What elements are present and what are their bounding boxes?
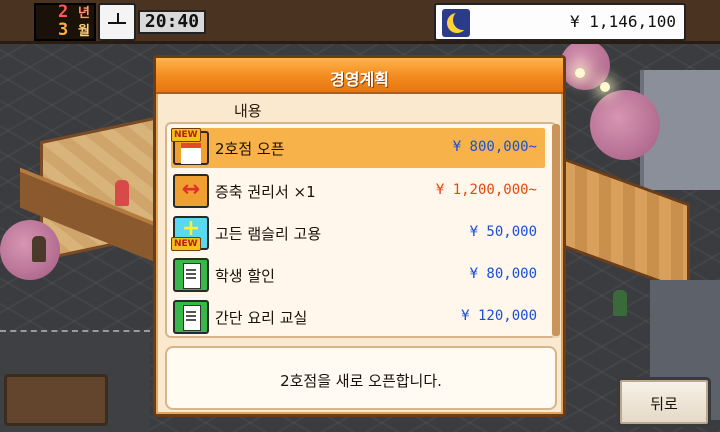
time-display: 20:40 xyxy=(138,10,206,34)
item-price: ¥ 800,000~ xyxy=(452,139,537,155)
item-price: ¥ 50,000 xyxy=(469,224,537,240)
customer-sprite xyxy=(613,290,627,316)
list-item-expansion-deed[interactable]: 증축 권리서 ×1 ¥ 1,200,000~ xyxy=(171,171,545,211)
street-lamp xyxy=(575,68,585,78)
back-button[interactable]: 뒤로 xyxy=(617,377,711,427)
expand-icon xyxy=(173,174,209,208)
scrollbar-thumb[interactable] xyxy=(552,124,560,336)
description-text: 2호점을 새로 오픈합니다. xyxy=(280,372,442,390)
new-badge: NEW xyxy=(171,237,201,251)
money-amount: ¥ 1,146,100 xyxy=(570,12,676,31)
item-name: 학생 할인 xyxy=(215,267,275,285)
item-name: 증축 권리서 ×1 xyxy=(215,183,316,201)
new-badge: NEW xyxy=(171,128,201,142)
dialog-title: 경영계획 xyxy=(330,70,389,89)
back-button-label: 뒤로 xyxy=(650,395,678,413)
street-lamp xyxy=(600,82,610,92)
item-price: ¥ 80,000 xyxy=(469,266,537,282)
cherry-tree xyxy=(0,220,60,280)
scrollbar[interactable] xyxy=(552,124,560,338)
top-hud: 2 년 3 월 20:40 ¥ 1,146,100 xyxy=(0,0,720,44)
customer-sprite xyxy=(115,180,129,206)
document-icon xyxy=(173,300,209,334)
month-unit: 월 xyxy=(78,24,90,39)
item-name: 고든 램슬리 고용 xyxy=(215,225,322,243)
dialog-header: 경영계획 xyxy=(156,58,563,94)
column-header: 내용 xyxy=(234,102,262,120)
item-price: ¥ 120,000 xyxy=(461,308,537,324)
year-number: 2 xyxy=(58,2,69,22)
customer-sprite xyxy=(32,236,46,262)
document-icon xyxy=(173,258,209,292)
item-name: 2호점 오픈 xyxy=(215,140,285,158)
item-price: ¥ 1,200,000~ xyxy=(435,182,537,198)
description-panel: 2호점을 새로 오픈합니다. xyxy=(165,346,557,410)
menu-panel[interactable] xyxy=(4,374,108,426)
money-display: ¥ 1,146,100 xyxy=(434,3,686,41)
clock-icon xyxy=(98,3,136,41)
month-number: 3 xyxy=(58,20,69,40)
management-plan-dialog: 경영계획 내용 NEW 2호점 오픈 ¥ 800,000~ 증축 권리서 ×1 … xyxy=(153,55,566,417)
cherry-tree xyxy=(590,90,660,160)
list-item-cooking-class[interactable]: 간단 요리 교실 ¥ 120,000 xyxy=(171,297,545,336)
item-name: 간단 요리 교실 xyxy=(215,309,308,327)
list-item-open-second-store[interactable]: NEW 2호점 오픈 ¥ 800,000~ xyxy=(171,128,545,168)
plan-list[interactable]: NEW 2호점 오픈 ¥ 800,000~ 증축 권리서 ×1 ¥ 1,200,… xyxy=(165,122,557,338)
year-unit: 년 xyxy=(78,6,90,21)
moon-icon xyxy=(442,9,470,37)
list-item-student-discount[interactable]: 학생 할인 ¥ 80,000 xyxy=(171,255,545,295)
list-item-hire-gordon[interactable]: NEW 고든 램슬리 고용 ¥ 50,000 xyxy=(171,213,545,253)
